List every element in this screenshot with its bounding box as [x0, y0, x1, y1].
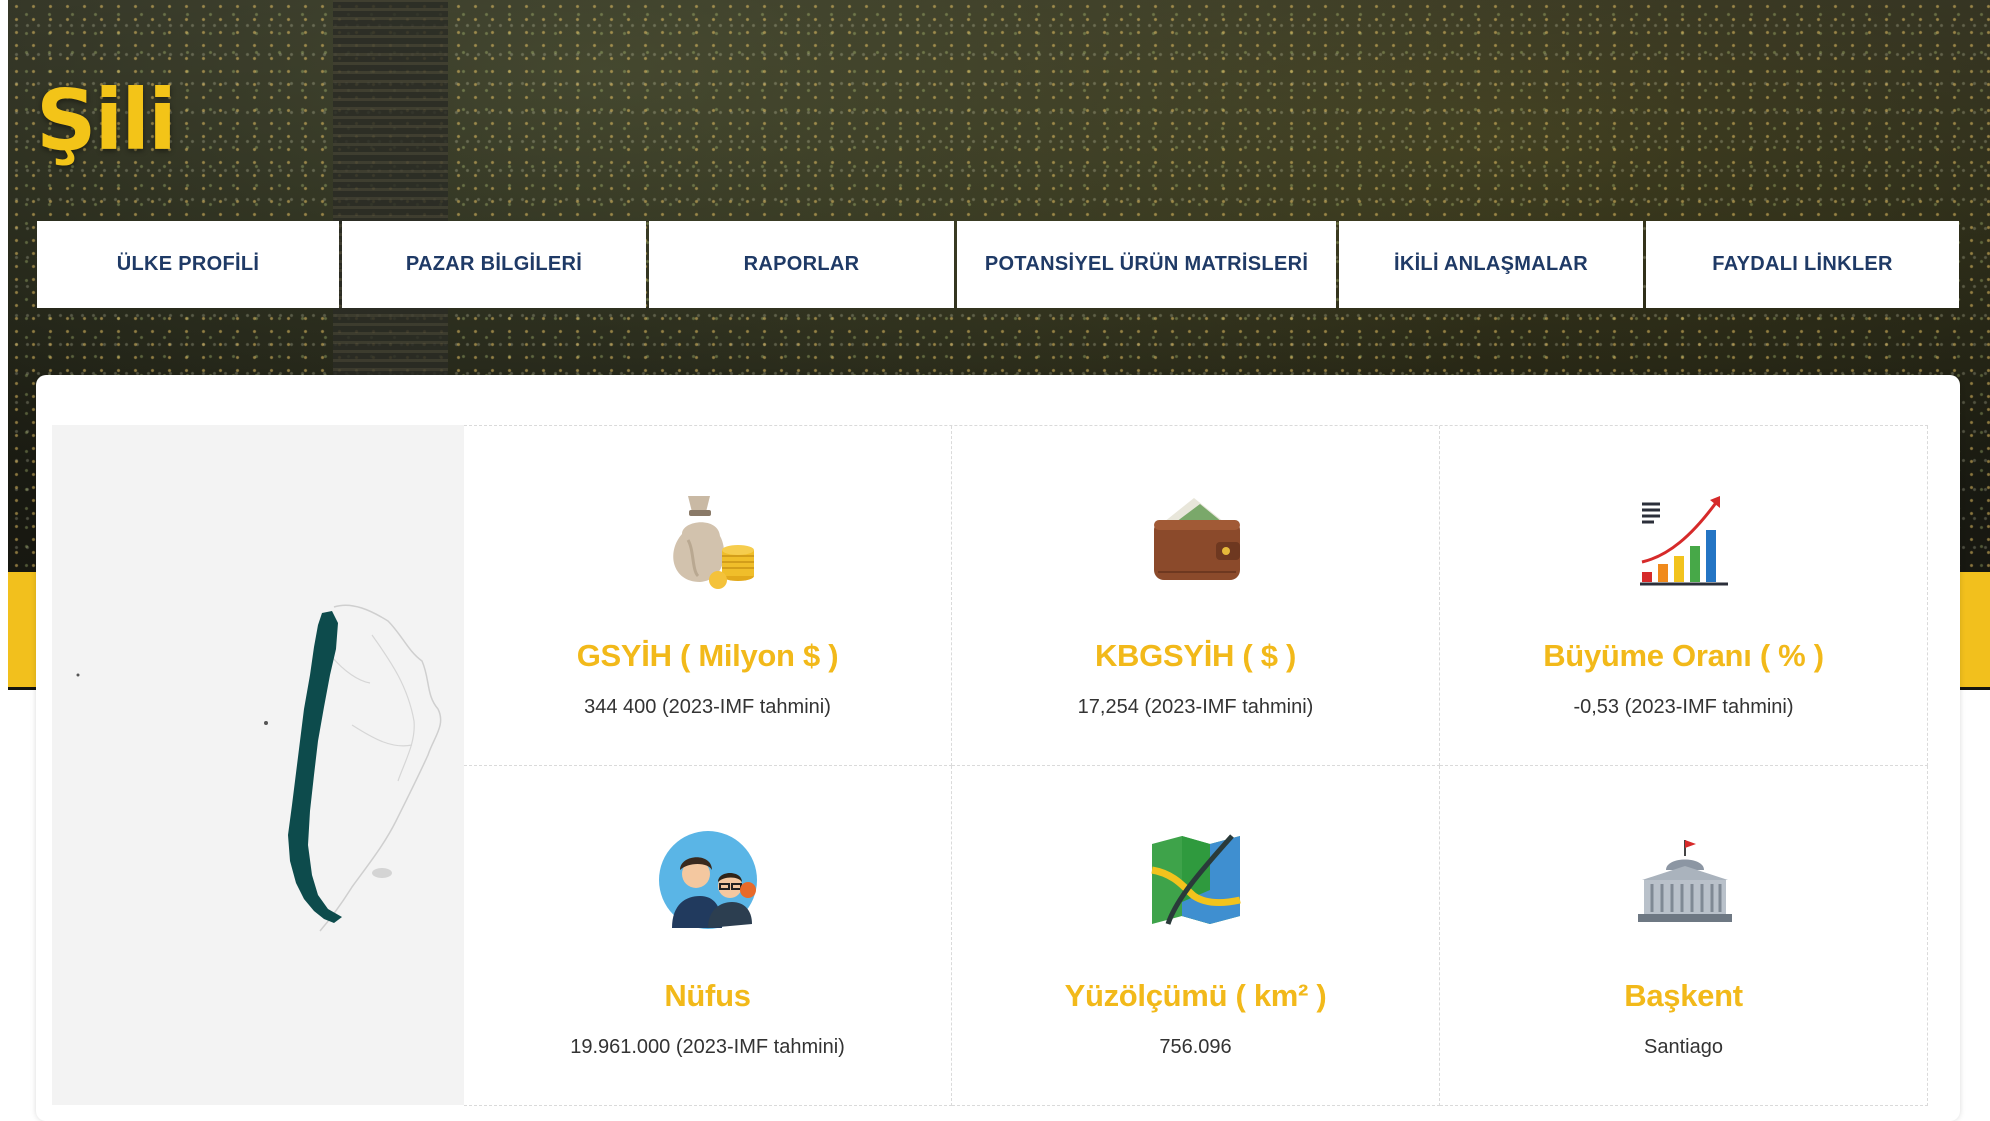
stat-value-population: 19.961.000 (2023-IMF tahmini)	[570, 1036, 845, 1058]
nav-item-potansiyel-urun-matrisleri[interactable]: POTANSİYEL ÜRÜN MATRİSLERİ	[957, 221, 1336, 308]
stat-card-growth-rate: Büyüme Oranı ( % ) -0,53 (2023-IMF tahmi…	[1440, 426, 1928, 766]
yellow-accent-band-left	[8, 572, 38, 687]
country-map-panel	[52, 425, 464, 1105]
skyscraper-silhouette	[333, 0, 448, 380]
people-icon	[659, 831, 757, 929]
stat-label-gdp-per-capita: KBGSYİH ( $ )	[1094, 638, 1297, 673]
stat-card-gdp-per-capita: KBGSYİH ( $ ) 17,254 (2023-IMF tahmini)	[952, 426, 1440, 766]
country-stats-grid: GSYİH ( Milyon $ ) 344 400 (2023-IMF tah…	[464, 425, 1928, 1106]
capitol-building-icon	[1638, 840, 1732, 922]
nav-item-ulke-profili[interactable]: ÜLKE PROFİLİ	[37, 221, 339, 308]
stat-label-capital: Başkent	[1624, 978, 1743, 1013]
nav-item-ikili-anlasmalar[interactable]: İKİLİ ANLAŞMALAR	[1339, 221, 1643, 308]
stat-value-area: 756.096	[1159, 1036, 1232, 1058]
nav-item-faydali-linkler[interactable]: FAYDALI LİNKLER	[1646, 221, 1959, 308]
stat-value-growth-rate: -0,53 (2023-IMF tahmini)	[1573, 696, 1794, 718]
stat-value-gdp: 344 400 (2023-IMF tahmini)	[584, 696, 831, 718]
stat-value-gdp-per-capita: 17,254 (2023-IMF tahmini)	[1077, 696, 1314, 718]
stat-card-area: Yüzölçümü ( km² ) 756.096	[952, 766, 1440, 1106]
stat-card-population: Nüfus 19.961.000 (2023-IMF tahmini)	[464, 766, 952, 1106]
chile-map-icon	[76, 604, 442, 932]
country-title: Şili	[36, 71, 177, 169]
yellow-accent-band-right	[1956, 572, 1990, 687]
stat-label-population: Nüfus	[664, 978, 751, 1013]
stat-value-capital: Santiago	[1644, 1036, 1723, 1058]
nav-item-pazar-bilgileri[interactable]: PAZAR BİLGİLERİ	[342, 221, 646, 308]
map-icon	[1151, 834, 1241, 925]
wallet-icon	[1154, 498, 1240, 580]
stat-label-gdp: GSYİH ( Milyon $ )	[576, 638, 839, 673]
stat-label-area: Yüzölçümü ( km² )	[1064, 978, 1327, 1013]
country-nav: ÜLKE PROFİLİ PAZAR BİLGİLERİ RAPORLAR PO…	[37, 221, 1959, 308]
money-bag-icon	[673, 496, 754, 589]
growth-chart-icon	[1640, 496, 1728, 586]
nav-item-raporlar[interactable]: RAPORLAR	[649, 221, 954, 308]
stat-label-growth-rate: Büyüme Oranı ( % )	[1543, 638, 1824, 673]
stat-card-gdp: GSYİH ( Milyon $ ) 344 400 (2023-IMF tah…	[464, 426, 952, 766]
stat-card-capital: Başkent Santiago	[1440, 766, 1928, 1106]
